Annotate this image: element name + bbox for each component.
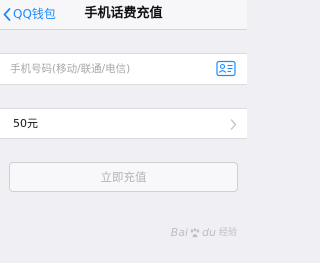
paw-icon (190, 228, 200, 238)
chevron-right-icon (230, 119, 237, 130)
watermark: Bai du 经验 (171, 226, 237, 240)
amount-select-row[interactable]: 50元 (0, 108, 247, 139)
watermark-paw-text: du (202, 226, 216, 239)
phone-field-row (0, 53, 247, 85)
phone-number-input[interactable] (10, 60, 195, 78)
amount-value: 50元 (13, 117, 38, 130)
contact-card-icon (216, 60, 236, 77)
watermark-suffix: 经验 (218, 228, 237, 238)
back-label: QQ钱包 (13, 7, 56, 21)
recharge-now-button[interactable]: 立即充值 (9, 162, 238, 192)
contacts-button[interactable] (216, 60, 236, 77)
chevron-left-icon (3, 7, 11, 21)
navigation-bar: QQ钱包 手机话费充值 (0, 0, 247, 30)
back-button[interactable]: QQ钱包 (3, 7, 56, 21)
watermark-brand: Bai (170, 226, 189, 239)
